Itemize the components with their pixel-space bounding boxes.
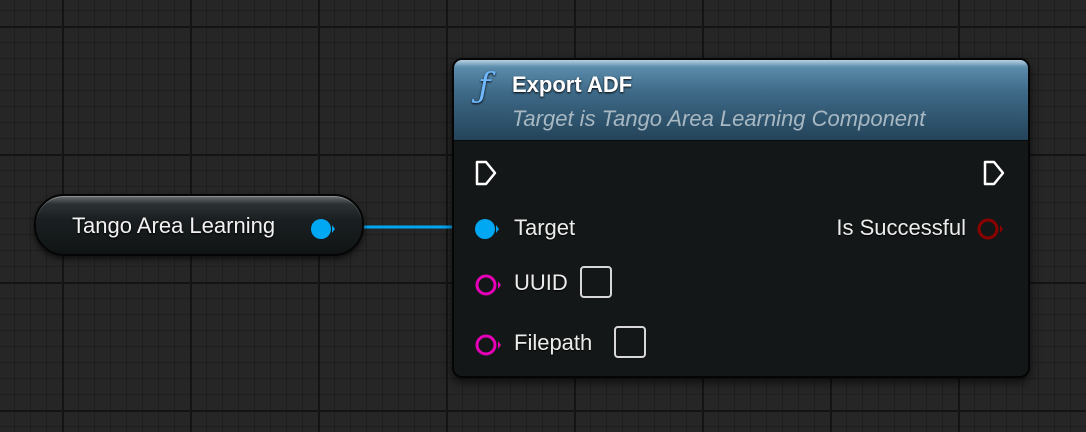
function-node-header[interactable]: ƒ Export ADF Target is Tango Area Learni…: [454, 60, 1028, 141]
target-input-pin-icon[interactable]: [474, 216, 500, 242]
export-adf-function-node[interactable]: ƒ Export ADF Target is Tango Area Learni…: [452, 58, 1030, 378]
exec-input-pin-icon[interactable]: [474, 160, 498, 186]
is-successful-output-label: Is Successful: [836, 215, 966, 240]
tango-area-learning-variable-node[interactable]: Tango Area Learning: [34, 194, 364, 256]
function-node-subtitle: Target is Tango Area Learning Component: [512, 106, 926, 131]
function-node-title: Export ADF: [512, 72, 633, 97]
uuid-input-label: UUID: [514, 270, 568, 295]
variable-node-label: Tango Area Learning: [72, 213, 276, 238]
function-icon: ƒ: [478, 66, 491, 106]
filepath-input-pin-icon[interactable]: [474, 332, 502, 358]
variable-output-pin-icon[interactable]: [311, 217, 335, 241]
uuid-text-field[interactable]: [580, 266, 612, 298]
filepath-text-field[interactable]: [614, 326, 646, 358]
target-input-label: Target: [514, 215, 576, 240]
uuid-input-pin-icon[interactable]: [474, 272, 502, 298]
exec-output-pin-icon[interactable]: [982, 160, 1006, 186]
filepath-input-label: Filepath: [514, 330, 593, 355]
is-successful-output-pin-icon[interactable]: [976, 216, 1004, 242]
